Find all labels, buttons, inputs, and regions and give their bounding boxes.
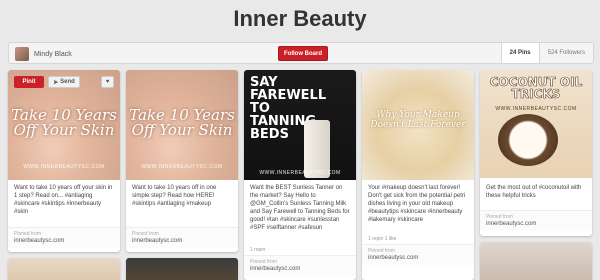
pin-description: Want to take 10 years off your skin in 1…	[14, 185, 113, 215]
pin-card[interactable]	[8, 258, 120, 280]
source-site-link[interactable]: innerbeautysc.com	[250, 266, 350, 273]
pinned-from-label: Pinned from	[132, 231, 159, 237]
pin-stats: 1 repin 1 like	[368, 236, 397, 242]
pinned-from-label: Pinned from	[368, 248, 395, 254]
pinned-from-label: Pinned from	[250, 259, 277, 265]
board-owner[interactable]: Mindy Black	[15, 46, 72, 62]
pin-description: Your #makeup doesn't last forever! Don't…	[368, 185, 466, 223]
pin-card[interactable]	[126, 258, 238, 280]
send-icon: ➤	[53, 79, 59, 86]
pin-description: Want to take 10 years off in one simple …	[132, 185, 217, 207]
pin-image-text: Why Your Makeup Doesn't Last Forever	[370, 110, 466, 130]
pin-card[interactable]: Take 10 Years Off Your Skin WWW.INNERBEA…	[8, 70, 120, 252]
pinned-from-label: Pinned from	[14, 231, 41, 237]
pin-source[interactable]: Pinned from innerbeautysc.com	[8, 227, 120, 248]
owner-name[interactable]: Mindy Black	[34, 51, 72, 58]
pin-source[interactable]: Pinned from innerbeautysc.com	[480, 210, 592, 231]
pin-description: Want the BEST Sunless Tanner on the mark…	[250, 185, 350, 231]
like-button[interactable]: ♥	[101, 76, 114, 88]
pin-it-button[interactable]: Pinit	[14, 76, 44, 88]
follow-board-button[interactable]: Follow Board	[278, 46, 328, 61]
source-site-link[interactable]: innerbeautysc.com	[132, 238, 232, 245]
pin-card[interactable]: Why Your Makeup Doesn't Last Forever You…	[362, 70, 474, 280]
send-button[interactable]: ➤ Send	[48, 76, 80, 88]
image-watermark: WWW.INNERBEAUTYSC.COM	[259, 170, 341, 176]
pin-image[interactable]: Take 10 Years Off Your Skin WWW.INNERBEA…	[126, 70, 238, 180]
pin-image-text: Take 10 Years Off Your Skin	[11, 106, 117, 139]
pin-image[interactable]: SAY FAREWELL TO TANNING BEDS WWW.INNERBE…	[244, 70, 356, 180]
pin-image[interactable]: COCONUT OIL TRICKS WWW.INNERBEAUTYSC.COM	[480, 70, 592, 178]
pin-card[interactable]	[480, 242, 592, 280]
pin-image-text: Take 10 Years Off Your Skin	[129, 106, 235, 139]
source-site-link[interactable]: innerbeautysc.com	[368, 255, 468, 262]
pin-description: Get the most out of #coconutoil with the…	[486, 185, 582, 199]
pin-stats: 1 repin	[250, 247, 266, 253]
image-watermark: WWW.INNERBEAUTYSC.COM	[141, 164, 223, 170]
pin-image[interactable]	[8, 258, 120, 280]
pin-image[interactable]	[480, 242, 592, 280]
pin-card[interactable]: SAY FAREWELL TO TANNING BEDS WWW.INNERBE…	[244, 70, 356, 280]
avatar[interactable]	[15, 47, 29, 61]
heart-icon: ♥	[105, 79, 110, 85]
pins-count-tab[interactable]: 24 Pins	[500, 43, 539, 63]
pin-card[interactable]: Take 10 Years Off Your Skin WWW.INNERBEA…	[126, 70, 238, 252]
pin-source[interactable]: Pinned from innerbeautysc.com	[244, 255, 356, 276]
image-watermark: WWW.INNERBEAUTYSC.COM	[495, 106, 577, 112]
board-stats: 24 Pins 524 Followers	[500, 43, 593, 63]
coconut-image	[498, 114, 558, 166]
pinned-from-label: Pinned from	[486, 214, 513, 220]
pin-image[interactable]: Why Your Makeup Doesn't Last Forever	[362, 70, 474, 180]
followers-count-tab[interactable]: 524 Followers	[538, 43, 593, 63]
pin-source[interactable]: Pinned from innerbeautysc.com	[126, 227, 238, 248]
pin-image-text: COCONUT OIL TRICKS	[489, 75, 583, 101]
image-watermark: WWW.INNERBEAUTYSC.COM	[23, 164, 105, 170]
source-site-link[interactable]: innerbeautysc.com	[14, 238, 114, 245]
source-site-link[interactable]: innerbeautysc.com	[486, 221, 586, 228]
board-header-bar: Mindy Black Follow Board 24 Pins 524 Fol…	[8, 42, 594, 64]
board-title: Inner Beauty	[233, 6, 367, 31]
send-label: Send	[60, 79, 75, 85]
pin-card[interactable]: COCONUT OIL TRICKS WWW.INNERBEAUTYSC.COM…	[480, 70, 592, 236]
pin-source[interactable]: Pinned from innerbeautysc.com	[362, 244, 474, 265]
pin-image[interactable]	[126, 258, 238, 280]
